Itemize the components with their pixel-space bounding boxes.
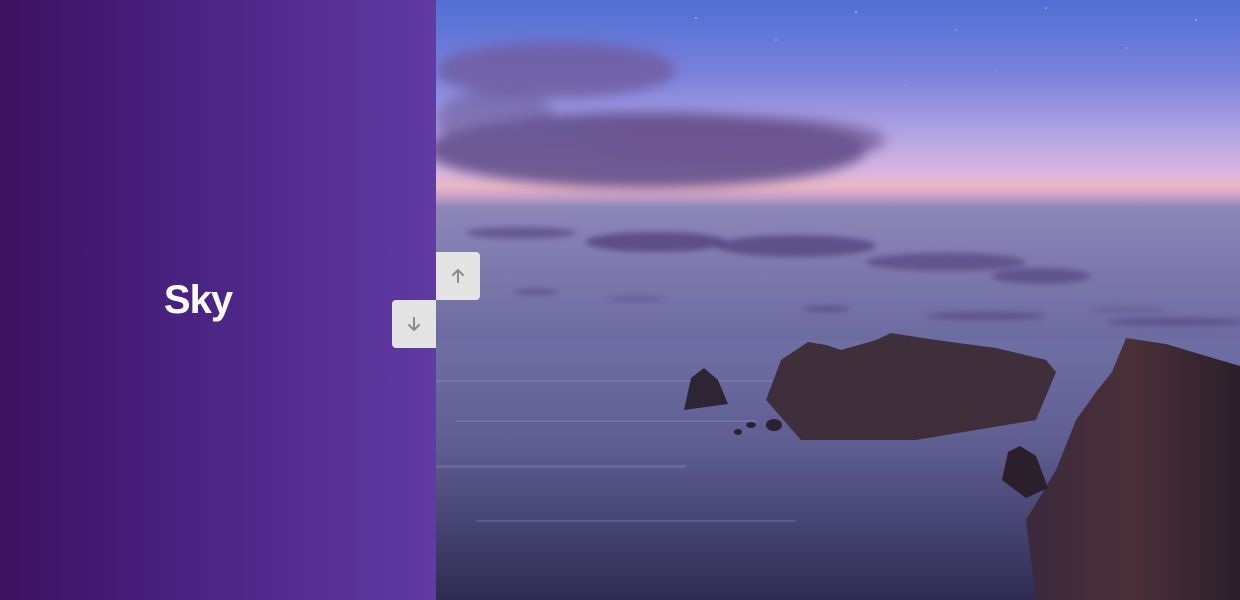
arrow-up-icon xyxy=(452,269,464,283)
arrow-down-icon xyxy=(408,317,420,331)
down-button[interactable] xyxy=(392,300,436,348)
up-button[interactable] xyxy=(436,252,480,300)
right-slide-image xyxy=(436,0,1240,600)
coastline-at-dusk-image xyxy=(436,0,1240,600)
left-slide-panel: Sky xyxy=(0,0,436,600)
slide-title: Sky xyxy=(163,277,233,322)
vertical-slider: Sky xyxy=(0,0,1240,600)
